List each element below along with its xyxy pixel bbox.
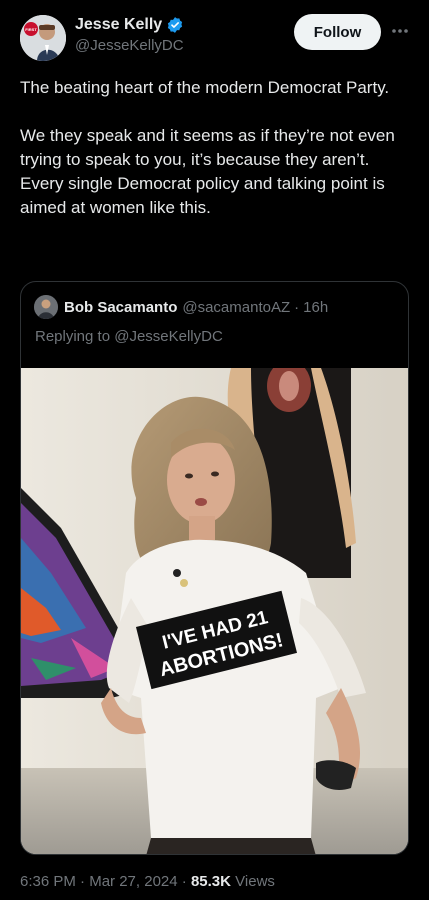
tweet-paragraph-1: The beating heart of the modern Democrat… (20, 78, 390, 97)
follow-button[interactable]: Follow (294, 14, 381, 50)
quoted-tweet-card[interactable]: Bob Sacamanto @sacamantoAZ · 16h Replyin… (20, 281, 409, 855)
tweet-date[interactable]: Mar 27, 2024 (89, 873, 177, 890)
quoted-author-handle[interactable]: @sacamantoAZ (182, 299, 290, 316)
quoted-author-name[interactable]: Bob Sacamanto (64, 299, 177, 316)
tweet-meta-footer: 6:36 PM · Mar 27, 2024 · 85.3K Views (20, 873, 275, 890)
quoted-tweet-header: Bob Sacamanto @sacamantoAZ · 16h (34, 295, 328, 319)
views-label: Views (235, 873, 275, 890)
replying-prefix: Replying to (35, 328, 111, 345)
replying-to-line: Replying to @JesseKellyDC (35, 328, 223, 345)
verified-badge-icon (166, 16, 184, 34)
author-handle[interactable]: @JesseKellyDC (75, 37, 184, 54)
tweet-header: FIRST Jesse Kelly @JesseKellyDC Follow (0, 0, 429, 70)
quoted-timestamp[interactable]: 16h (303, 299, 328, 316)
more-dots-icon[interactable] (389, 20, 411, 42)
views-count[interactable]: 85.3K (191, 873, 231, 890)
author-avatar[interactable]: FIRST (20, 15, 66, 61)
tweet-body: The beating heart of the modern Democrat… (20, 76, 415, 244)
tweet-paragraph-2: We they speak and it seems as if they’re… (20, 126, 395, 217)
footer-separator-1: · (80, 873, 86, 890)
quoted-separator: · (294, 298, 300, 316)
avatar-badge-text: FIRST (25, 27, 37, 32)
replying-to-mention[interactable]: @JesseKellyDC (114, 328, 223, 345)
tweet-time[interactable]: 6:36 PM (20, 873, 76, 890)
footer-separator-2: · (181, 873, 187, 890)
quoted-tweet-image[interactable]: I'VE HAD 21 ABORTIONS! (21, 368, 408, 854)
author-display-name[interactable]: Jesse Kelly (75, 16, 162, 34)
quoted-author-avatar[interactable] (34, 295, 58, 319)
author-name-row: Jesse Kelly (75, 14, 184, 36)
